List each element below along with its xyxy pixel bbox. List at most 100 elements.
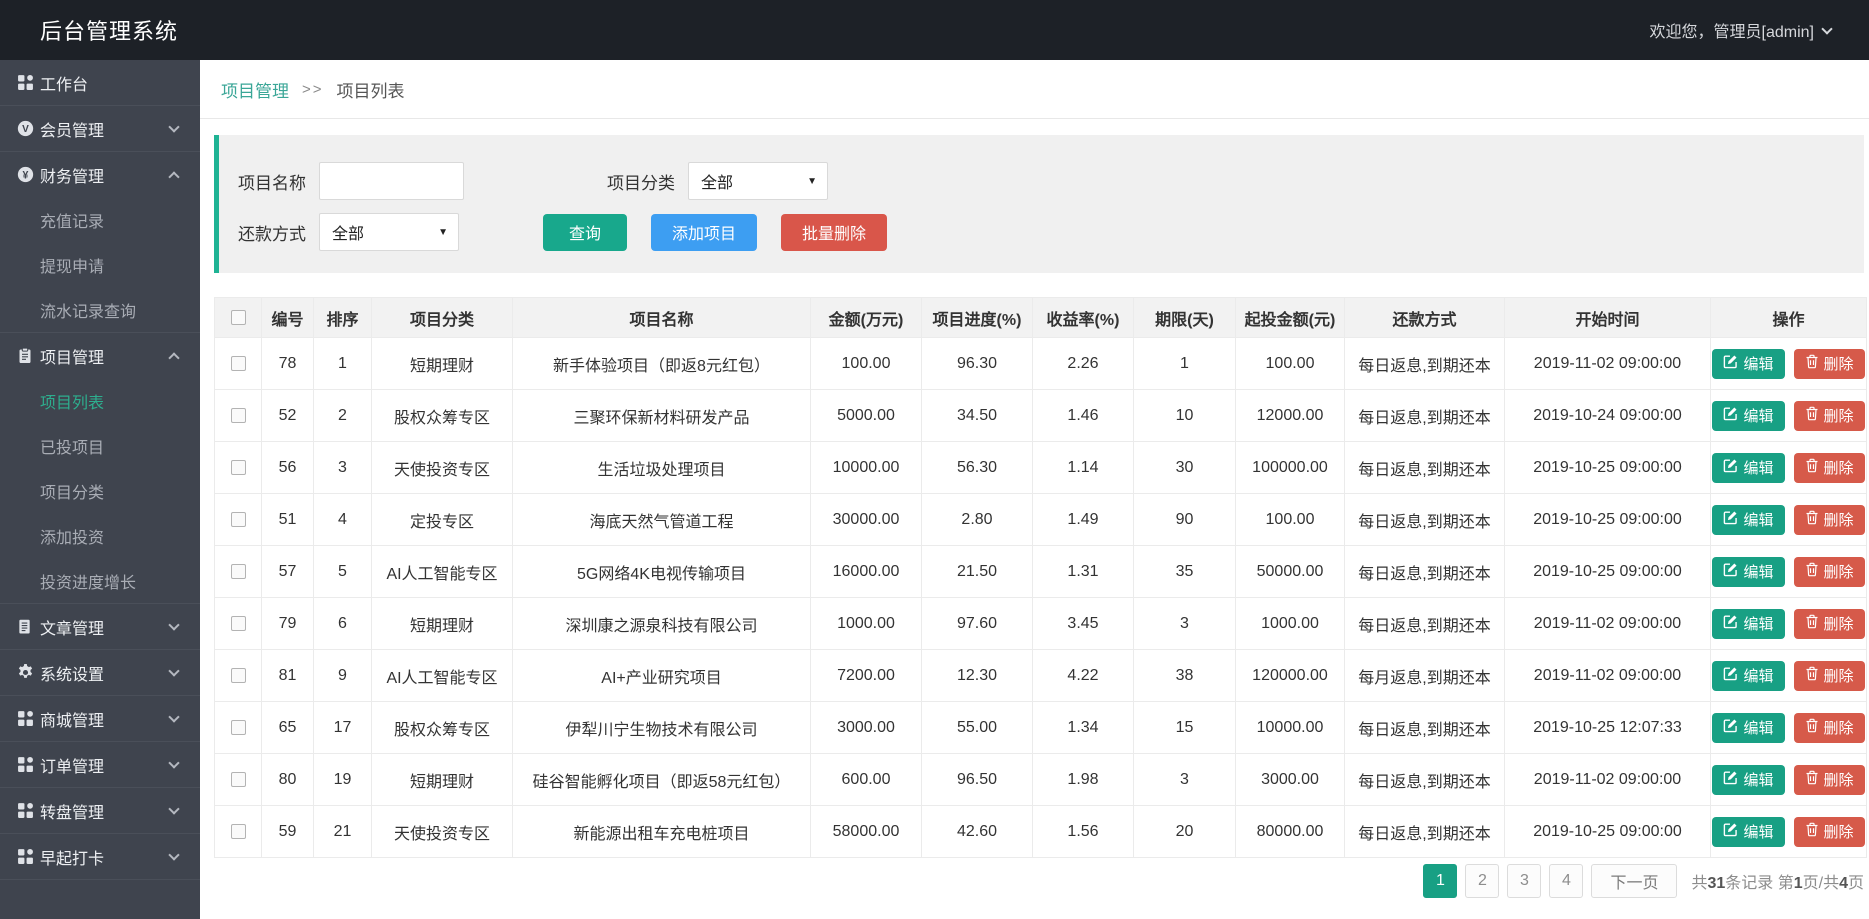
edit-icon — [1723, 822, 1738, 841]
delete-button[interactable]: 删除 — [1794, 505, 1865, 535]
sidebar-subitem[interactable]: 充值记录 — [0, 197, 200, 242]
row-checkbox[interactable] — [231, 720, 246, 735]
edit-button[interactable]: 编辑 — [1712, 713, 1784, 743]
repay-method-select[interactable]: 全部 ▼ — [319, 213, 459, 251]
column-header: 项目进度(%) — [922, 298, 1033, 338]
grid-icon — [17, 710, 40, 727]
project-category-label: 项目分类 — [607, 169, 675, 194]
sidebar-item-finance[interactable]: ¥财务管理 — [0, 152, 200, 197]
next-page-button[interactable]: 下一页 — [1591, 864, 1677, 898]
add-project-button[interactable]: 添加项目 — [651, 214, 757, 251]
table-cell: 2019-11-02 09:00:00 — [1505, 754, 1711, 806]
batch-delete-button[interactable]: 批量删除 — [781, 214, 887, 251]
sidebar-item-order[interactable]: 订单管理 — [0, 742, 200, 787]
row-checkbox[interactable] — [231, 668, 246, 683]
sidebar-item-label: 财务管理 — [40, 163, 104, 187]
user-menu[interactable]: 欢迎您，管理员[admin] — [1650, 18, 1869, 42]
svg-text:V: V — [22, 124, 29, 135]
row-checkbox-cell — [215, 650, 262, 702]
edit-button[interactable]: 编辑 — [1712, 557, 1784, 587]
trash-icon — [1805, 614, 1819, 633]
sidebar-subitem[interactable]: 提现申请 — [0, 242, 200, 287]
edit-button[interactable]: 编辑 — [1712, 453, 1784, 483]
sidebar-item-member[interactable]: V会员管理 — [0, 106, 200, 151]
select-all-checkbox[interactable] — [231, 310, 246, 325]
project-name-input[interactable] — [319, 162, 464, 200]
sidebar-subitem[interactable]: 已投项目 — [0, 423, 200, 468]
delete-button[interactable]: 删除 — [1794, 817, 1865, 847]
sidebar-subitem[interactable]: 投资进度增长 — [0, 558, 200, 603]
page-button-4[interactable]: 4 — [1549, 864, 1583, 898]
sidebar-subitem-active[interactable]: 项目列表 — [0, 378, 200, 423]
edit-button[interactable]: 编辑 — [1712, 661, 1784, 691]
trash-icon — [1805, 770, 1819, 789]
edit-button[interactable]: 编辑 — [1712, 349, 1784, 379]
delete-button[interactable]: 删除 — [1794, 713, 1865, 743]
select-caret-icon: ▼ — [438, 227, 448, 238]
breadcrumb-parent-link[interactable]: 项目管理 — [221, 77, 289, 102]
column-header: 金额(万元) — [811, 298, 922, 338]
projects-table: 编号排序项目分类项目名称金额(万元)项目进度(%)收益率(%)期限(天)起投金额… — [214, 297, 1867, 858]
sidebar-item-checkin[interactable]: 早起打卡 — [0, 834, 200, 879]
sidebar-item-wheel[interactable]: 转盘管理 — [0, 788, 200, 833]
delete-button[interactable]: 删除 — [1794, 765, 1865, 795]
row-checkbox-cell — [215, 806, 262, 858]
sidebar-group-wheel: 转盘管理 — [0, 788, 200, 834]
sidebar-item-article[interactable]: 文章管理 — [0, 604, 200, 649]
table-row: 522股权众筹专区三聚环保新材料研发产品5000.0034.501.461012… — [215, 390, 1867, 442]
edit-button[interactable]: 编辑 — [1712, 765, 1784, 795]
sidebar-item-workbench[interactable]: 工作台 — [0, 60, 200, 105]
table-body: 781短期理财新手体验项目（即返8元红包）100.0096.302.261100… — [215, 338, 1867, 858]
table-cell: 9 — [314, 650, 372, 702]
table-cell: 每日返息,到期还本 — [1345, 754, 1505, 806]
sidebar-subitem[interactable]: 添加投资 — [0, 513, 200, 558]
page-button-2[interactable]: 2 — [1465, 864, 1499, 898]
row-checkbox[interactable] — [231, 772, 246, 787]
page-button-3[interactable]: 3 — [1507, 864, 1541, 898]
sidebar-subitem[interactable]: 流水记录查询 — [0, 287, 200, 332]
table-cell: 天使投资专区 — [372, 806, 513, 858]
delete-button[interactable]: 删除 — [1794, 453, 1865, 483]
table-cell: 97.60 — [922, 598, 1033, 650]
trash-icon — [1805, 562, 1819, 581]
sidebar-item-label: 订单管理 — [40, 753, 104, 777]
table-cell: 2019-11-02 09:00:00 — [1505, 338, 1711, 390]
chevron-down-icon — [168, 849, 179, 860]
delete-button[interactable]: 删除 — [1794, 661, 1865, 691]
delete-button[interactable]: 删除 — [1794, 349, 1865, 379]
sidebar-item-system[interactable]: 系统设置 — [0, 650, 200, 695]
row-checkbox[interactable] — [231, 408, 246, 423]
project-category-select[interactable]: 全部 ▼ — [688, 162, 828, 200]
table-cell: 股权众筹专区 — [372, 390, 513, 442]
edit-icon — [1723, 614, 1738, 633]
edit-button[interactable]: 编辑 — [1712, 609, 1784, 639]
delete-button[interactable]: 删除 — [1794, 401, 1865, 431]
sidebar-item-project[interactable]: 项目管理 — [0, 333, 200, 378]
member-circle-icon: V — [17, 120, 40, 137]
table-row: 6517股权众筹专区伊犁川宁生物技术有限公司3000.0055.001.3415… — [215, 702, 1867, 754]
row-checkbox-cell — [215, 390, 262, 442]
gear-icon — [17, 664, 40, 681]
table-cell: 2019-10-25 09:00:00 — [1505, 442, 1711, 494]
edit-button[interactable]: 编辑 — [1712, 401, 1784, 431]
row-checkbox[interactable] — [231, 512, 246, 527]
row-checkbox[interactable] — [231, 356, 246, 371]
delete-button[interactable]: 删除 — [1794, 609, 1865, 639]
row-checkbox[interactable] — [231, 616, 246, 631]
edit-button[interactable]: 编辑 — [1712, 817, 1784, 847]
delete-button[interactable]: 删除 — [1794, 557, 1865, 587]
edit-button[interactable]: 编辑 — [1712, 505, 1784, 535]
grid-icon — [17, 802, 40, 819]
table-row: 8019短期理财硅谷智能孵化项目（即返58元红包）600.0096.501.98… — [215, 754, 1867, 806]
sidebar-subitem[interactable]: 项目分类 — [0, 468, 200, 513]
page-button-1[interactable]: 1 — [1423, 864, 1457, 898]
sidebar-item-mall[interactable]: 商城管理 — [0, 696, 200, 741]
row-checkbox[interactable] — [231, 824, 246, 839]
table-row: 575AI人工智能专区5G网络4K电视传输项目16000.0021.501.31… — [215, 546, 1867, 598]
table-cell: 56.30 — [922, 442, 1033, 494]
table-cell: 3.45 — [1033, 598, 1134, 650]
row-checkbox[interactable] — [231, 564, 246, 579]
row-checkbox[interactable] — [231, 460, 246, 475]
sidebar-group-system: 系统设置 — [0, 650, 200, 696]
search-button[interactable]: 查询 — [543, 214, 627, 251]
